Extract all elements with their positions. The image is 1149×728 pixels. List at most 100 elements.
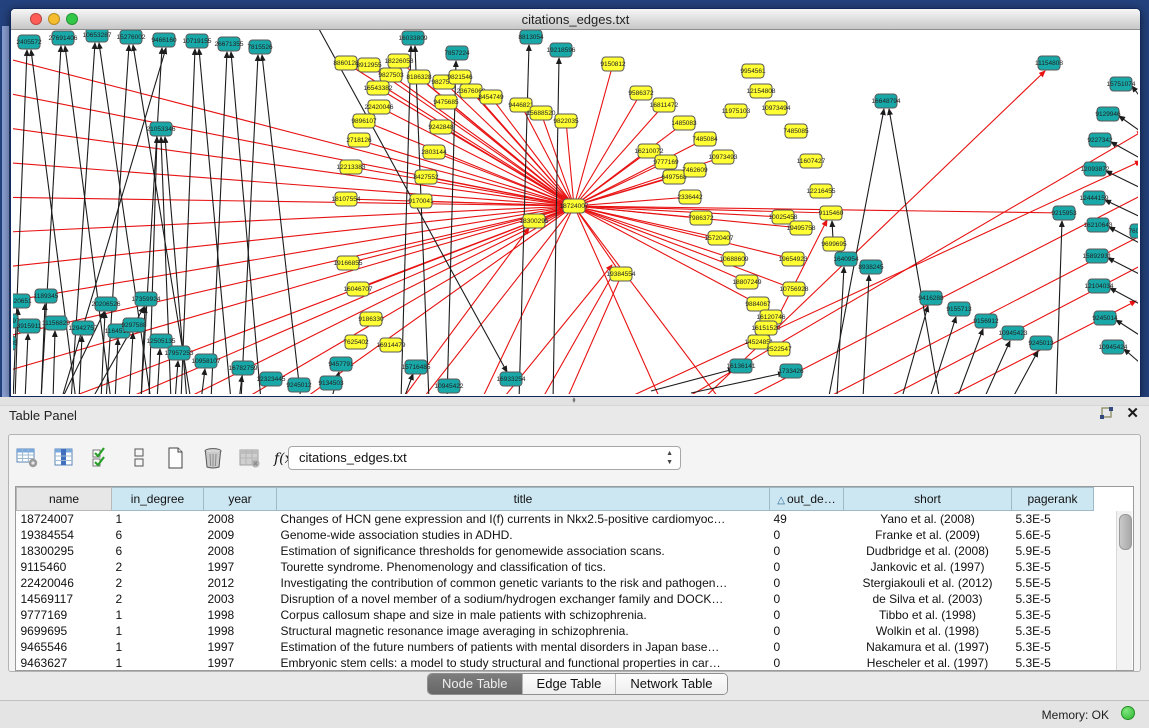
column-visibility-button[interactable] — [52, 447, 78, 473]
table-row[interactable]: 1872400712008Changes of HCN gene express… — [17, 511, 1094, 528]
graph-node[interactable]: 18226058 — [385, 54, 414, 68]
graph-node[interactable]: 9115460 — [819, 206, 844, 220]
graph-node[interactable]: 7462609 — [682, 163, 708, 177]
table-row[interactable]: 1938455462009Genome-wide association stu… — [17, 527, 1094, 543]
table-cell[interactable]: 5.9E-5 — [1012, 543, 1094, 559]
graph-node[interactable]: 15716485 — [402, 360, 431, 374]
graph-node[interactable]: 21053346 — [147, 122, 176, 136]
column-header-in_degree[interactable]: in_degree — [112, 488, 204, 511]
graph-node[interactable]: 8938245 — [858, 260, 884, 274]
graph-node[interactable]: 9416288 — [918, 291, 944, 305]
graph-node[interactable]: 8813054 — [518, 30, 544, 44]
graph-node[interactable]: 15688520 — [527, 106, 556, 120]
graph-node[interactable]: 16151520 — [752, 321, 781, 335]
delete-table-button[interactable] — [237, 447, 263, 473]
table-cell[interactable]: 5.6E-5 — [1012, 527, 1094, 543]
graph-node[interactable]: 9186330 — [358, 312, 384, 326]
graph-node[interactable]: 26671355 — [215, 37, 244, 51]
table-row[interactable]: 946362711997Embryonic stem cells: a mode… — [17, 655, 1094, 671]
graph-node[interactable]: 17957253 — [165, 346, 194, 360]
table-cell[interactable]: de Silva et al. (2003) — [844, 591, 1012, 607]
graph-node[interactable]: 18724007 — [560, 199, 589, 213]
graph-node[interactable]: 9822035 — [553, 114, 579, 128]
table-row[interactable]: 946554611997Estimation of the future num… — [17, 639, 1094, 655]
table-cell[interactable]: 9115460 — [17, 559, 112, 575]
column-header-year[interactable]: year — [204, 488, 277, 511]
table-cell[interactable]: 1997 — [204, 639, 277, 655]
table-cell[interactable]: 1 — [112, 623, 204, 639]
table-cell[interactable]: 0 — [770, 623, 844, 639]
graph-node[interactable]: 10945422 — [435, 379, 464, 393]
graph-node[interactable]: 15276002 — [117, 30, 146, 44]
table-cell[interactable]: 6 — [112, 527, 204, 543]
graph-node[interactable]: 19384554 — [607, 267, 636, 281]
graph-node[interactable]: 11156829 — [42, 316, 70, 330]
graph-node[interactable]: 7857224 — [444, 46, 470, 60]
network-canvas[interactable]: 2405572276914061065328715276002946616010… — [13, 30, 1138, 394]
graph-node[interactable]: 15720407 — [705, 231, 734, 245]
graph-node[interactable]: 2718126 — [346, 133, 372, 147]
graph-node[interactable]: 18300295 — [520, 214, 549, 228]
graph-node[interactable]: 16811472 — [650, 98, 679, 112]
graph-node[interactable]: 11607427 — [797, 154, 826, 168]
graph-node[interactable]: 9586372 — [628, 86, 654, 100]
table-cell[interactable]: 1 — [112, 655, 204, 671]
tab-node-table[interactable]: Node Table — [428, 674, 523, 694]
graph-node[interactable]: 1733426 — [778, 364, 804, 378]
graph-node[interactable]: 7625402 — [343, 335, 369, 349]
graph-node[interactable]: 9777169 — [653, 155, 679, 169]
tab-edge-table[interactable]: Edge Table — [523, 674, 617, 694]
table-cell[interactable]: 0 — [770, 639, 844, 655]
table-row[interactable]: 911546021997Tourette syndrome. Phenomeno… — [17, 559, 1094, 575]
graph-node[interactable]: 8912955 — [356, 58, 382, 72]
table-cell[interactable]: 2003 — [204, 591, 277, 607]
graph-node[interactable]: 9155713 — [946, 302, 972, 316]
table-cell[interactable]: 9465546 — [17, 639, 112, 655]
graph-node[interactable]: 11975103 — [722, 104, 751, 118]
graph-node[interactable]: 8186328 — [406, 70, 432, 84]
table-cell[interactable]: Stergiakouli et al. (2012) — [844, 575, 1012, 591]
graph-node[interactable]: 9242848 — [428, 120, 454, 134]
graph-node[interactable]: 16210643 — [1084, 218, 1113, 232]
graph-node[interactable]: 8454749 — [478, 90, 504, 104]
table-cell[interactable]: Dudbridge et al. (2008) — [844, 543, 1012, 559]
graph-node[interactable]: 7485085 — [783, 124, 809, 138]
graph-node[interactable]: 9821546 — [447, 70, 473, 84]
table-cell[interactable]: 2 — [112, 559, 204, 575]
merge-tables-button[interactable] — [126, 447, 152, 473]
table-cell[interactable]: 1 — [112, 511, 204, 528]
table-cell[interactable]: 1 — [112, 607, 204, 623]
memory-status-indicator[interactable] — [1121, 706, 1135, 720]
graph-node[interactable]: 2336442 — [677, 190, 703, 204]
table-cell[interactable]: 0 — [770, 527, 844, 543]
column-header-out_de[interactable]: △out_de… — [770, 488, 844, 511]
delete-column-button[interactable] — [200, 447, 226, 473]
table-cell[interactable]: 1998 — [204, 607, 277, 623]
table-cell[interactable]: Investigating the contribution of common… — [277, 575, 770, 591]
table-cell[interactable]: 9699695 — [17, 623, 112, 639]
table-row[interactable]: 969969511998Structural magnetic resonanc… — [17, 623, 1094, 639]
table-cell[interactable]: 2009 — [204, 527, 277, 543]
graph-node[interactable]: 10653287 — [83, 30, 112, 42]
graph-node[interactable]: 17359924 — [132, 292, 161, 306]
table-cell[interactable]: Hescheler et al. (1997) — [844, 655, 1012, 671]
graph-node[interactable]: 12154808 — [747, 84, 776, 98]
graph-node[interactable]: 9134503 — [318, 376, 344, 390]
table-cell[interactable]: 0 — [770, 575, 844, 591]
graph-node[interactable]: 10945423 — [999, 326, 1028, 340]
table-cell[interactable]: 5.3E-5 — [1012, 559, 1094, 575]
splitter-handle-icon[interactable]: ▴▾ — [569, 398, 579, 405]
graph-node[interactable]: 9245012 — [286, 378, 312, 392]
table-cell[interactable]: 18300295 — [17, 543, 112, 559]
graph-node[interactable]: 16648794 — [872, 94, 901, 108]
table-cell[interactable]: 5.5E-5 — [1012, 575, 1094, 591]
table-cell[interactable]: Disruption of a novel member of a sodium… — [277, 591, 770, 607]
table-cell[interactable]: 9777169 — [17, 607, 112, 623]
graph-node[interactable]: 19495758 — [787, 221, 816, 235]
table-settings-button[interactable] — [15, 447, 41, 473]
table-cell[interactable]: 2008 — [204, 543, 277, 559]
graph-node[interactable]: 10756928 — [780, 282, 809, 296]
graph-node[interactable]: 12942757 — [69, 321, 98, 335]
graph-node[interactable]: 2405572 — [16, 35, 42, 49]
table-cell[interactable]: Franke et al. (2009) — [844, 527, 1012, 543]
